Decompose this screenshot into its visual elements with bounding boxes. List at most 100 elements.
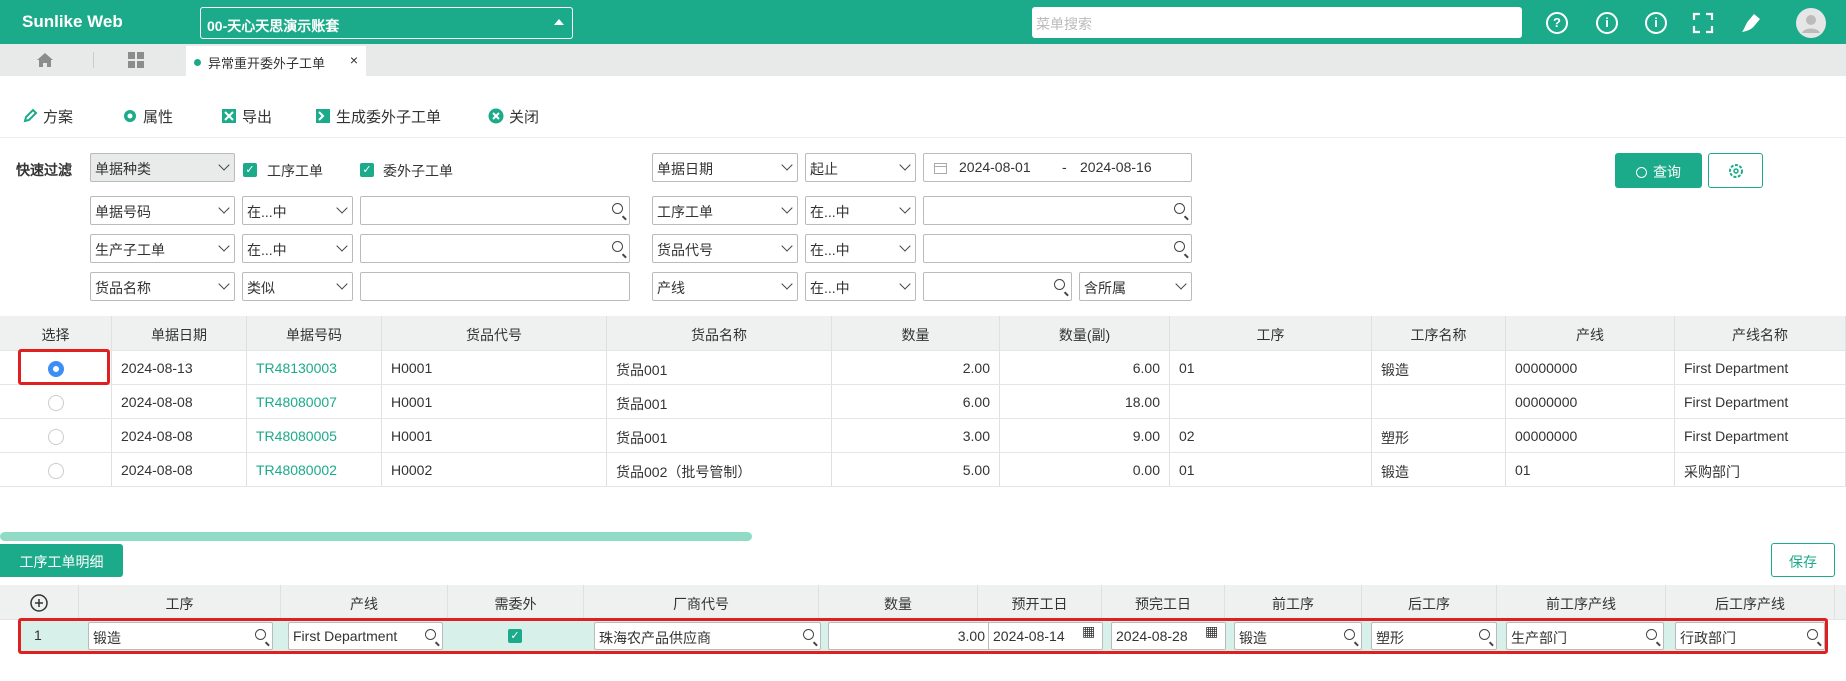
account-select[interactable]: 00-天心天思演示账套 [200, 7, 573, 39]
doc-type-value: 单据种类 [95, 161, 151, 177]
col-header[interactable]: 数量 [832, 316, 1000, 350]
col-header[interactable]: 前工序产线 [1497, 585, 1666, 619]
itemcode-op-select[interactable]: 在...中 [805, 234, 916, 263]
table-row[interactable]: 2024-08-08 TR48080005 H0001 货品001 3.00 9.00 02… [0, 419, 1846, 453]
date-field-select[interactable]: 单据日期 [652, 153, 798, 182]
itemname-value-input[interactable] [360, 272, 630, 301]
date-from: 2024-08-01 [959, 159, 1031, 175]
procorder-value-input[interactable] [923, 196, 1192, 225]
cell-no[interactable]: TR48080007 [247, 385, 382, 418]
cell-code: H0001 [382, 419, 607, 452]
col-header[interactable]: 单据号码 [247, 316, 382, 350]
query-button[interactable]: 查询 [1615, 153, 1702, 188]
prodsub-value-input[interactable] [360, 234, 630, 263]
detail-section-tab[interactable]: 工序工单明细 [0, 544, 123, 577]
line-sub-select[interactable]: 含所属 [1079, 272, 1192, 301]
prodsub-op-select[interactable]: 在...中 [242, 234, 353, 263]
col-header[interactable]: 厂商代号 [584, 585, 819, 619]
avatar[interactable] [1796, 8, 1826, 38]
col-header[interactable]: 货品名称 [607, 316, 832, 350]
table-row[interactable]: 2024-08-13 TR48130003 H0001 货品001 2.00 6.00 01… [0, 351, 1846, 385]
search-icon[interactable] [612, 241, 623, 252]
col-header[interactable]: 后工序产线 [1666, 585, 1835, 619]
op-value: 类似 [247, 280, 275, 296]
cell-procname [1372, 385, 1506, 418]
horizontal-scrollbar[interactable] [0, 532, 752, 541]
tab-outsource-reopen[interactable]: 异常重开委外子工单 × [186, 46, 366, 76]
cell-qty: 2.00 [832, 351, 1000, 384]
itemname-field-select[interactable]: 货品名称 [90, 272, 235, 301]
procorder-field-select[interactable]: 工序工单 [652, 196, 798, 225]
line-value-input[interactable] [923, 272, 1072, 301]
itemcode-value-input[interactable] [923, 234, 1192, 263]
grid-icon[interactable] [128, 52, 144, 68]
line-field-select[interactable]: 产线 [652, 272, 798, 301]
add-row-button[interactable] [0, 585, 79, 619]
settings-button[interactable] [1708, 153, 1763, 188]
docno-value-input[interactable] [360, 196, 630, 225]
col-header[interactable]: 工序 [79, 585, 281, 619]
generate-suborder-button[interactable]: 生成委外子工单 [315, 106, 441, 127]
search-icon[interactable] [1174, 203, 1185, 214]
cell-no[interactable]: TR48080005 [247, 419, 382, 452]
row-radio[interactable] [48, 463, 64, 479]
col-header[interactable]: 单据日期 [112, 316, 247, 350]
col-header[interactable]: 需委外 [448, 585, 584, 619]
procorder-op-select[interactable]: 在...中 [805, 196, 916, 225]
col-header[interactable]: 选择 [0, 316, 112, 350]
search-icon[interactable] [612, 203, 623, 214]
col-header[interactable]: 前工序 [1225, 585, 1362, 619]
date-op-select[interactable]: 起止 [805, 153, 916, 182]
doc-type-select[interactable]: 单据种类 [90, 153, 235, 182]
broom-icon[interactable] [1740, 12, 1764, 34]
scheme-label: 方案 [43, 109, 74, 126]
cell-no[interactable]: TR48080002 [247, 453, 382, 486]
close-tab-icon[interactable]: × [350, 52, 358, 68]
about-icon[interactable]: i [1645, 12, 1667, 34]
col-header[interactable]: 数量 [819, 585, 978, 619]
col-header[interactable]: 工序名称 [1372, 316, 1506, 350]
save-button[interactable]: 保存 [1771, 543, 1835, 577]
docno-field-select[interactable]: 单据号码 [90, 196, 235, 225]
col-header[interactable]: 产线 [1506, 316, 1675, 350]
process-order-checkbox[interactable]: ✓ [243, 163, 257, 177]
col-header[interactable]: 产线 [281, 585, 448, 619]
gear-icon [124, 110, 136, 122]
itemcode-field-select[interactable]: 货品代号 [652, 234, 798, 263]
toolbar: 方案 属性 导出 生成委外子工单 关闭 [0, 76, 1846, 138]
row-radio[interactable] [48, 395, 64, 411]
col-header[interactable]: 货品代号 [382, 316, 607, 350]
scheme-button[interactable]: 方案 [22, 106, 73, 127]
table-row[interactable]: 2024-08-08 TR48080007 H0001 货品001 6.00 18.00 0… [0, 385, 1846, 419]
line-op-select[interactable]: 在...中 [805, 272, 916, 301]
close-button[interactable]: 关闭 [488, 106, 539, 127]
col-header[interactable]: 预完工日 [1102, 585, 1225, 619]
table-row[interactable]: 2024-08-08 TR48080002 H0002 货品002（批号管制） 5.00… [0, 453, 1846, 487]
fullscreen-icon[interactable] [1692, 12, 1714, 34]
help-icon[interactable]: ? [1546, 12, 1568, 34]
col-header[interactable]: 产线名称 [1675, 316, 1846, 350]
outsource-suborder-checkbox[interactable]: ✓ [360, 163, 374, 177]
cell-code: H0002 [382, 453, 607, 486]
search-icon[interactable] [1054, 279, 1065, 290]
col-header[interactable]: 数量(副) [1000, 316, 1170, 350]
home-icon[interactable] [36, 52, 54, 68]
cell-no[interactable]: TR48130003 [247, 351, 382, 384]
docno-op-select[interactable]: 在...中 [242, 196, 353, 225]
info-icon[interactable]: i [1596, 12, 1618, 34]
export-button[interactable]: 导出 [221, 106, 272, 127]
col-header[interactable]: 后工序 [1362, 585, 1497, 619]
cell-qty2: 9.00 [1000, 419, 1170, 452]
menu-search-input[interactable]: 菜单搜索 [1032, 7, 1522, 38]
row-radio[interactable] [48, 429, 64, 445]
date-range-input[interactable]: 2024-08-01 - 2024-08-16 [923, 153, 1192, 182]
prodsub-field-select[interactable]: 生产子工单 [90, 234, 235, 263]
cell-name: 货品001 [607, 351, 832, 384]
op-value: 在...中 [247, 204, 287, 220]
col-header[interactable]: 工序 [1170, 316, 1372, 350]
col-header[interactable]: 预开工日 [978, 585, 1102, 619]
search-icon[interactable] [1174, 241, 1185, 252]
date-to: 2024-08-16 [1080, 159, 1152, 175]
properties-button[interactable]: 属性 [122, 106, 173, 127]
itemname-op-select[interactable]: 类似 [242, 272, 353, 301]
